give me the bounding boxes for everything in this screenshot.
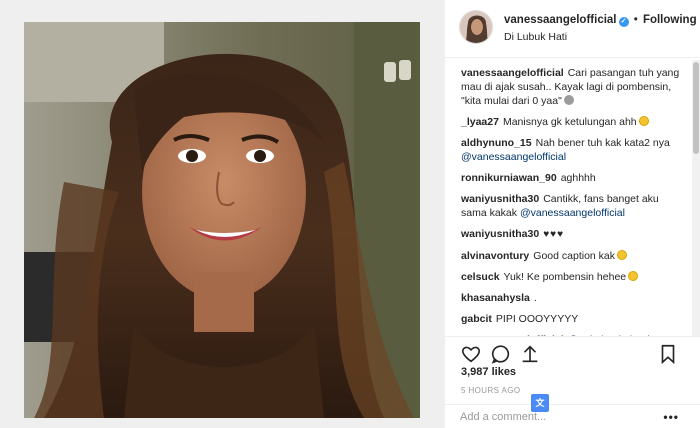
comment-username[interactable]: _lyaa27	[461, 116, 499, 128]
emoji-icon	[563, 95, 574, 105]
comment-item: waniyusnitha30 ♥♥♥	[461, 227, 683, 242]
comment-text: Yuk! Ke pombensin hehee	[503, 271, 627, 283]
comment-item: aldhynuno_15 Nah bener tuh kak kata2 nya …	[461, 136, 683, 164]
comment-text: aghhhh	[560, 172, 596, 184]
username-link[interactable]: vanessaangelofficial	[504, 14, 617, 26]
header-username-row: vanessaangelofficial ✓ • Following	[504, 14, 697, 27]
comment-username[interactable]: vanessaangelofficial	[461, 67, 564, 79]
emoji-icon	[628, 271, 639, 281]
comment-text: Nah bener tuh kak kata2 nya	[535, 137, 670, 149]
share-arrow-icon[interactable]	[519, 343, 541, 365]
comment-item: ronnikurniawan_90 aghhhh	[461, 171, 683, 185]
comment-username[interactable]: waniyusnitha30	[461, 193, 539, 205]
comment-input[interactable]	[460, 411, 650, 423]
comment-username[interactable]: alvinavontury	[461, 250, 529, 262]
translate-icon[interactable]: 文	[531, 394, 549, 412]
avatar[interactable]	[459, 10, 493, 44]
post-photo-area	[0, 0, 444, 428]
location-link[interactable]: Di Lubuk Hati	[504, 31, 567, 43]
comment-item: celsuck Yuk! Ke pombensin hehee	[461, 270, 683, 284]
emoji-icon	[617, 250, 627, 260]
comment-item: gabcit PIPI OOOYYYYY	[461, 312, 683, 326]
post-timestamp: 5 HOURS AGO	[461, 386, 521, 395]
comment-username[interactable]: ronnikurniawan_90	[461, 172, 557, 184]
comment-text: .	[533, 292, 537, 304]
comment-username[interactable]: waniyusnitha30	[461, 228, 539, 240]
post-header: vanessaangelofficial ✓ • Following Di Lub…	[445, 0, 700, 58]
post-photo[interactable]	[24, 22, 420, 418]
comments-scrollbar[interactable]	[692, 60, 700, 336]
more-options-button[interactable]: •••	[663, 410, 679, 424]
comment-mention[interactable]: @vanessaangelofficial	[461, 151, 566, 163]
scrollbar-thumb[interactable]	[693, 62, 699, 154]
separator-dot: •	[633, 14, 638, 26]
comment-text: Good caption kak	[533, 250, 615, 262]
verified-badge-icon: ✓	[618, 17, 629, 27]
comment-mention[interactable]: @vanessaangelofficial	[520, 207, 625, 219]
comment-text: Manisnya gk ketulungan ahh	[502, 116, 637, 128]
comment-text: PIPI OOOYYYYY	[495, 313, 579, 325]
emoji-icon	[638, 116, 649, 126]
comment-item: alvinavontury Good caption kak	[461, 249, 683, 263]
comment-item: _lyaa27 Manisnya gk ketulungan ahh	[461, 115, 683, 129]
comment-item: waniyusnitha30 Cantikk, fans banget aku s…	[461, 192, 683, 220]
comment-item: khasanahysla.	[461, 291, 683, 305]
action-bar	[445, 336, 700, 368]
following-button[interactable]: Following	[643, 14, 697, 26]
bookmark-icon[interactable]	[657, 343, 679, 365]
likes-count[interactable]: 3,987 likes	[461, 366, 516, 378]
comment-username[interactable]: gabcit	[461, 313, 492, 325]
comment-item: vanessaangelofficial Cari pasangan tuh ya…	[461, 66, 683, 108]
comment-text: ♥♥♥	[543, 229, 565, 240]
comments-list[interactable]: vanessaangelofficial Cari pasangan tuh ya…	[445, 60, 700, 336]
post-details-panel: vanessaangelofficial ✓ • Following Di Lub…	[444, 0, 700, 428]
comment-username[interactable]: khasanahysla	[461, 292, 530, 304]
heart-outline-icon[interactable]	[460, 343, 482, 365]
add-comment-bar: •••	[445, 404, 700, 428]
comment-username[interactable]: celsuck	[461, 271, 500, 283]
portrait-image	[24, 22, 420, 418]
comment-username[interactable]: aldhynuno_15	[461, 137, 532, 149]
comment-bubble-icon[interactable]	[490, 343, 512, 365]
